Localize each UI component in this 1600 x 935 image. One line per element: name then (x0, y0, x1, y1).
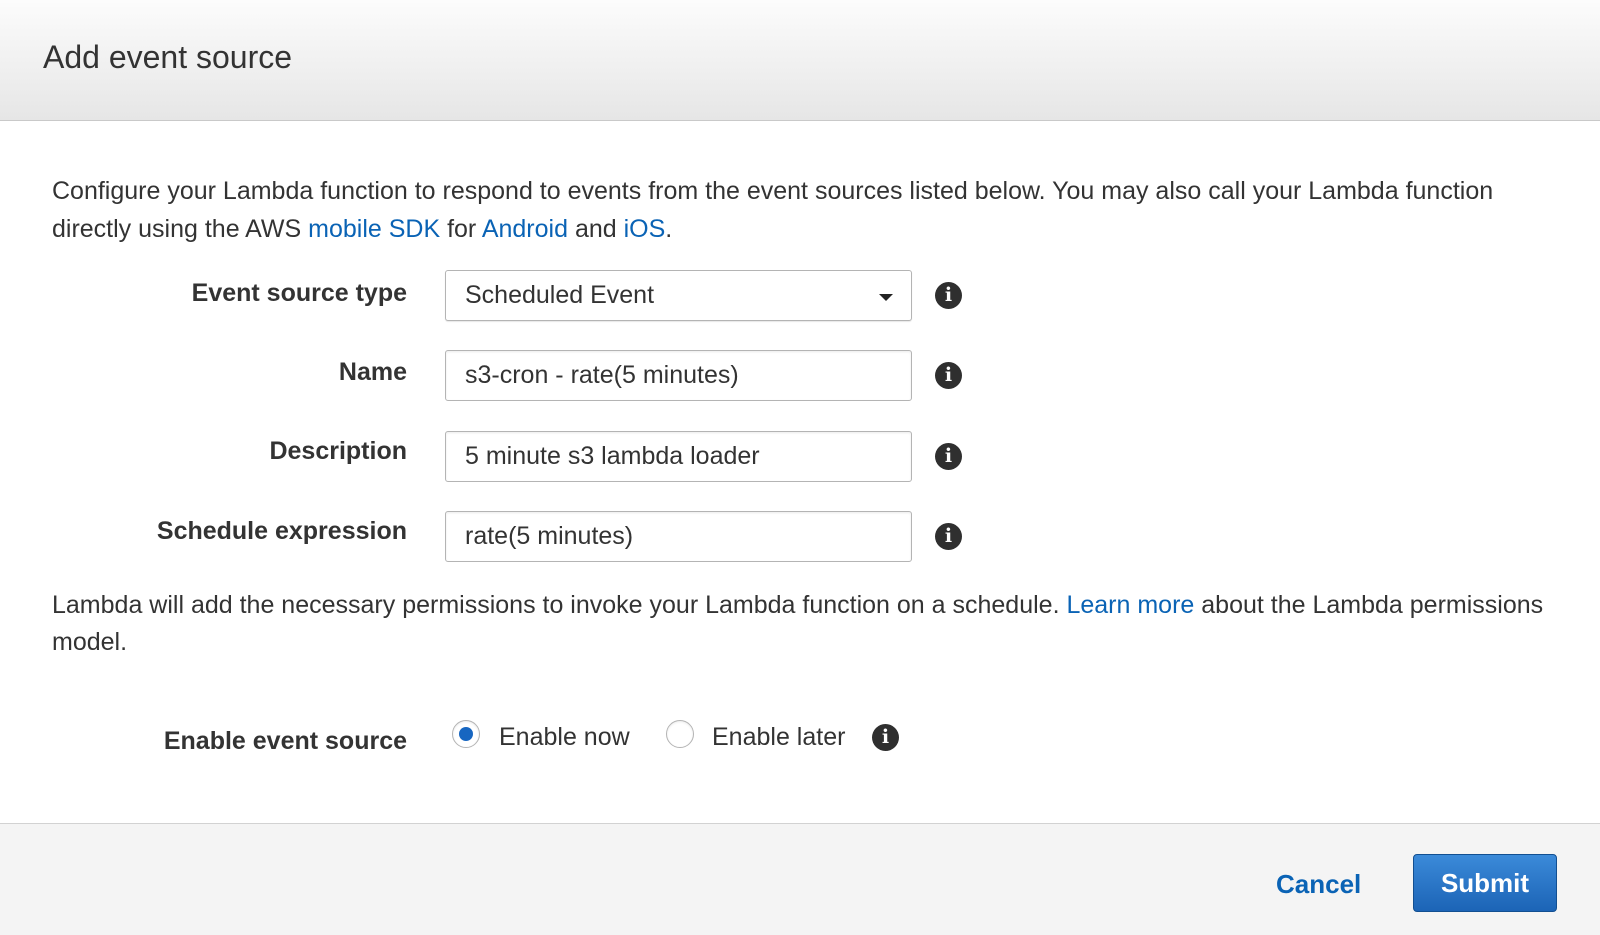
android-link[interactable]: Android (482, 215, 568, 243)
schedule-expression-input[interactable]: rate(5 minutes) (445, 511, 912, 562)
info-icon[interactable]: i (935, 362, 962, 389)
info-icon[interactable]: i (935, 523, 962, 550)
intro-text-part: . (665, 215, 673, 243)
enable-now-radio[interactable] (452, 720, 480, 748)
mobile-sdk-link[interactable]: mobile SDK (308, 215, 440, 243)
description-label: Description (269, 437, 407, 465)
info-icon[interactable]: i (872, 724, 899, 751)
dialog-header: Add event source (0, 0, 1600, 121)
enable-later-label[interactable]: Enable later (712, 723, 845, 752)
event-source-type-label: Event source type (191, 279, 407, 307)
name-value: s3-cron - rate(5 minutes) (465, 361, 739, 389)
info-icon[interactable]: i (935, 282, 962, 309)
description-value: 5 minute s3 lambda loader (465, 442, 760, 470)
info-icon[interactable]: i (935, 443, 962, 470)
enable-now-label[interactable]: Enable now (499, 723, 630, 752)
enable-later-radio[interactable] (666, 720, 694, 748)
schedule-expression-label: Schedule expression (156, 517, 407, 545)
dialog-title: Add event source (43, 39, 293, 75)
name-input[interactable]: s3-cron - rate(5 minutes) (445, 350, 912, 401)
enable-event-source-label: Enable event source (163, 727, 407, 755)
add-event-source-dialog: Add event source Configure your Lambda f… (0, 0, 1600, 935)
name-label: Name (338, 358, 407, 386)
chevron-down-icon (879, 294, 893, 301)
intro-text-part: and (568, 215, 624, 243)
intro-text: Configure your Lambda function to respon… (52, 172, 1552, 248)
description-input[interactable]: 5 minute s3 lambda loader (445, 431, 912, 482)
event-source-type-select[interactable]: Scheduled Event (445, 270, 912, 321)
intro-text-part: for (440, 215, 482, 243)
permissions-note: Lambda will add the necessary permission… (52, 587, 1552, 661)
permissions-text-part: Lambda will add the necessary permission… (52, 591, 1067, 619)
schedule-expression-value: rate(5 minutes) (465, 522, 634, 550)
dialog-footer: Cancel Submit (0, 823, 1600, 935)
cancel-button[interactable]: Cancel (1276, 869, 1361, 900)
intro-text-part: Configure your Lambda function to respon… (52, 177, 1494, 243)
submit-button[interactable]: Submit (1413, 854, 1557, 912)
event-source-type-value: Scheduled Event (465, 281, 655, 309)
learn-more-link[interactable]: Learn more (1066, 591, 1194, 619)
ios-link[interactable]: iOS (624, 215, 666, 243)
